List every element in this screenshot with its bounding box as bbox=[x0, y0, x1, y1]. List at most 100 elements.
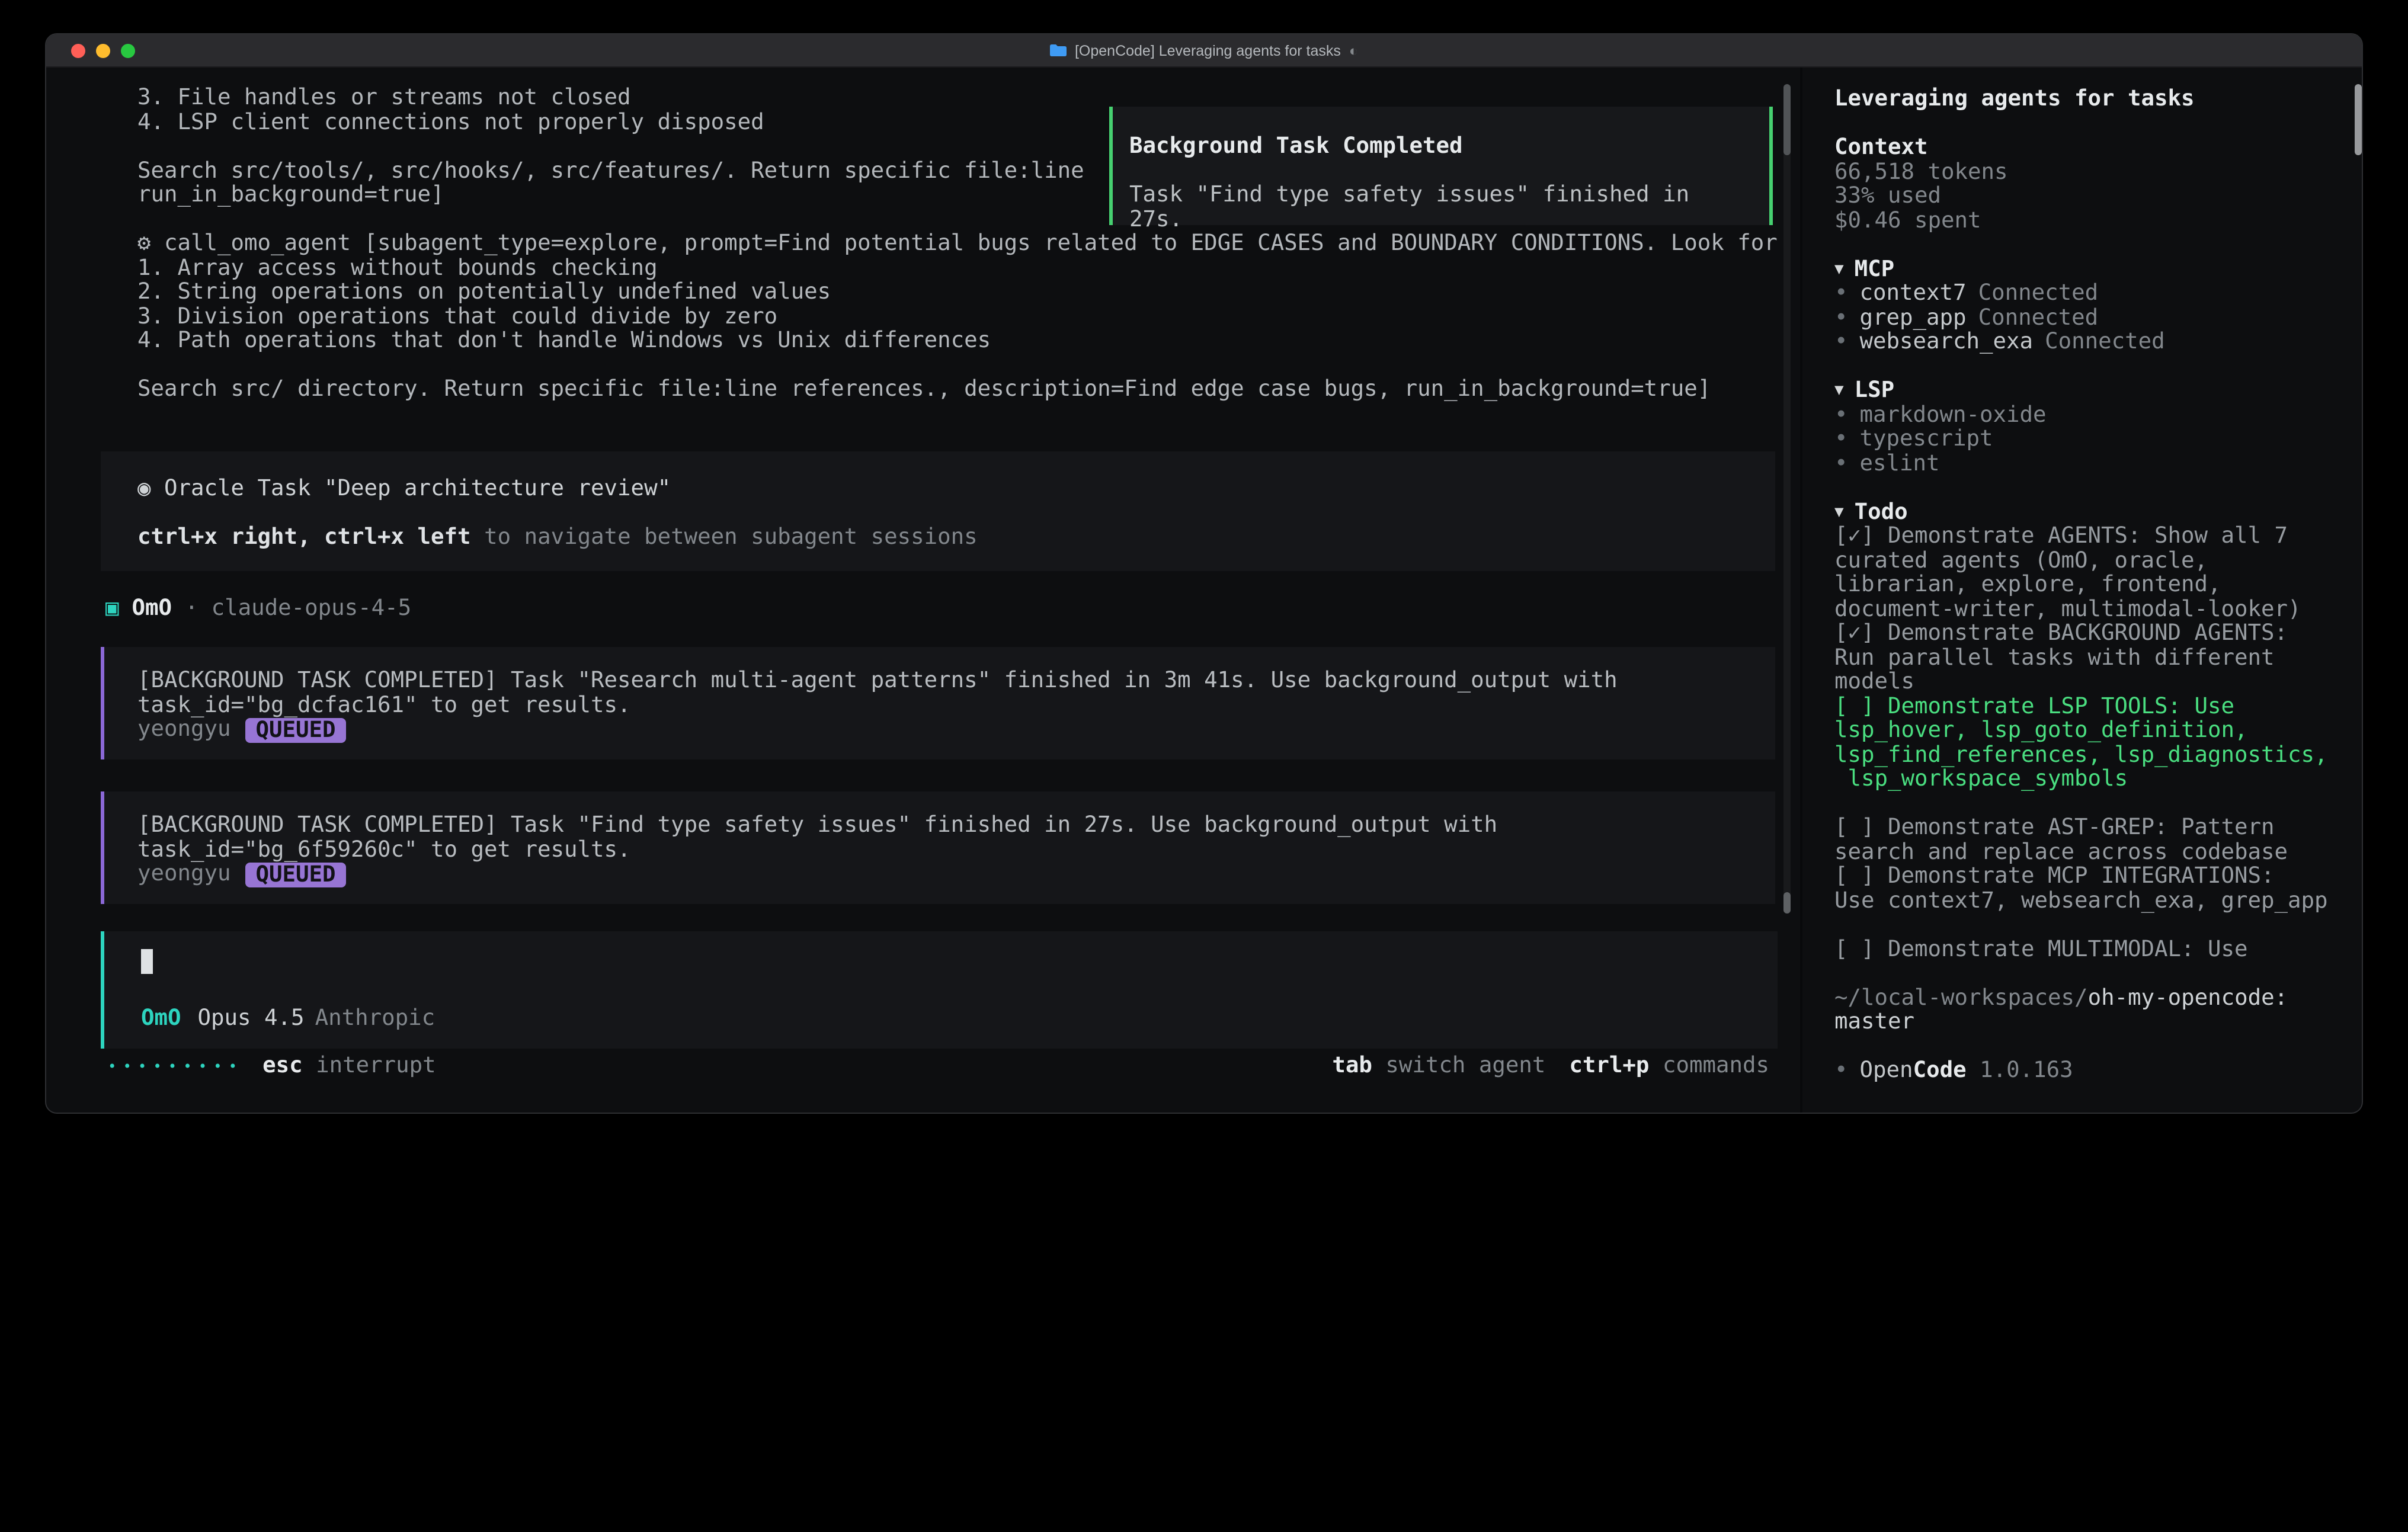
close-button[interactable] bbox=[71, 44, 85, 58]
app-version-text: OpenCode 1.0.163 bbox=[1860, 1059, 2073, 1084]
notification-toast: Background Task Completed Task "Find typ… bbox=[1109, 107, 1773, 225]
lsp-item: • typescript bbox=[1834, 428, 2340, 452]
zoom-button[interactable] bbox=[121, 44, 135, 58]
mcp-item: • grep_app Connected bbox=[1834, 306, 2340, 331]
ctrl-p-label: commands bbox=[1663, 1053, 1769, 1078]
tab-key: tab bbox=[1332, 1053, 1372, 1078]
agent-name: OmO bbox=[132, 597, 172, 621]
todo-item: [✓] Demonstrate AGENTS: Show all 7 curat… bbox=[1834, 525, 2340, 622]
todo-item: [✓] Demonstrate BACKGROUND AGENTS: Run p… bbox=[1834, 622, 2340, 695]
chevron-down-icon: ▼ bbox=[1834, 379, 1844, 403]
notification-title: Background Task Completed bbox=[1129, 135, 1753, 159]
folder-icon bbox=[1050, 44, 1067, 57]
tool-call-text: call_omo_agent [subagent_type=explore, p… bbox=[137, 231, 1778, 353]
mcp-name: grep_app bbox=[1860, 306, 1967, 331]
app-version-number: 1.0.163 bbox=[1980, 1058, 2073, 1083]
context-used: 33% used bbox=[1834, 185, 2340, 209]
agent-model: claude-opus-4-5 bbox=[212, 597, 412, 621]
main-scrollbar[interactable] bbox=[1783, 84, 1791, 914]
input-provider-name: Anthropic bbox=[315, 1007, 436, 1031]
app-name-tail: Code bbox=[1913, 1058, 1967, 1083]
workspace-info: ~/local-workspaces/oh-my-opencode: master bbox=[1834, 986, 2340, 1035]
mcp-status: Connected bbox=[1978, 282, 2099, 306]
workspace-repo: oh-my-opencode: bbox=[2088, 985, 2288, 1010]
text-cursor bbox=[141, 949, 153, 974]
shortcut-help-text: to navigate between subagent sessions bbox=[471, 525, 978, 550]
prompt-input[interactable]: OmO Opus 4.5 Anthropic bbox=[101, 931, 1778, 1049]
bullet-icon: • bbox=[1834, 452, 1848, 476]
mcp-heading: MCP bbox=[1855, 258, 1895, 282]
workspace-path: ~/local-workspaces/ bbox=[1834, 985, 2088, 1010]
sidebar: Leveraging agents for tasks Context 66,5… bbox=[1800, 68, 2363, 1114]
todo-item: [ ] Demonstrate AST-GREP: Pattern search… bbox=[1834, 816, 2340, 865]
notification-body: Task "Find type safety issues" finished … bbox=[1129, 184, 1753, 232]
todo-header[interactable]: ▼ Todo bbox=[1834, 501, 2340, 525]
commands-hint: ctrl+p commands bbox=[1569, 1055, 1769, 1079]
queued-badge: QUEUED bbox=[245, 863, 347, 887]
separator-dot: · bbox=[185, 597, 198, 621]
app-name-head: Open bbox=[1860, 1058, 1913, 1083]
lsp-item: • eslint bbox=[1834, 452, 2340, 476]
message-author: yeongyu bbox=[137, 719, 231, 743]
oracle-task-help: ctrl+x right, ctrl+x left to navigate be… bbox=[137, 526, 1756, 550]
bullet-icon: • bbox=[1834, 306, 1848, 331]
gear-icon: ⚙ bbox=[137, 231, 151, 256]
todo-item: [ ] Demonstrate LSP TOOLS: Use lsp_hover… bbox=[1834, 695, 2340, 792]
lsp-section: ▼ LSP • markdown-oxide • typescript • es… bbox=[1834, 379, 2340, 476]
bullet-icon: • bbox=[1834, 331, 1848, 355]
context-spent: $0.46 spent bbox=[1834, 209, 2340, 233]
workspace-branch: master bbox=[1834, 1009, 1914, 1034]
lsp-name: typescript bbox=[1860, 428, 1993, 452]
agent-header: ▣ OmO · claude-opus-4-5 bbox=[105, 597, 411, 621]
status-right: tab switch agent ctrl+p commands bbox=[1332, 1055, 1769, 1079]
bullet-icon: • bbox=[1834, 1059, 1848, 1084]
mcp-name: context7 bbox=[1860, 282, 1967, 306]
lsp-name: eslint bbox=[1860, 452, 1940, 476]
status-left: ••••••••• esc interrupt bbox=[108, 1055, 436, 1079]
window-title-text: [OpenCode] Leveraging agents for tasks bbox=[1075, 42, 1341, 59]
lsp-name: markdown-oxide bbox=[1860, 403, 2047, 428]
todo-heading: Todo bbox=[1855, 501, 1908, 525]
bullet-icon: • bbox=[1834, 428, 1848, 452]
mcp-item: • context7 Connected bbox=[1834, 282, 2340, 306]
lsp-item: • markdown-oxide bbox=[1834, 403, 2340, 428]
lsp-header[interactable]: ▼ LSP bbox=[1834, 379, 2340, 403]
chevron-down-icon: ▼ bbox=[1834, 501, 1844, 525]
terminal-text-block: Search src/ directory. Return specific f… bbox=[137, 378, 1797, 402]
mcp-status: Connected bbox=[2045, 331, 2165, 355]
app-window: [OpenCode] Leveraging agents for tasks ◐… bbox=[45, 33, 2363, 1114]
todo-section: ▼ Todo [✓] Demonstrate AGENTS: Show all … bbox=[1834, 501, 2340, 962]
minimize-button[interactable] bbox=[96, 44, 110, 58]
context-tokens: 66,518 tokens bbox=[1834, 161, 2340, 185]
message-body: [BACKGROUND TASK COMPLETED] Task "Resear… bbox=[137, 669, 1756, 718]
oracle-task-panel: ◉ Oracle Task "Deep architecture review"… bbox=[101, 451, 1775, 571]
tool-call-block: ⚙ call_omo_agent [subagent_type=explore,… bbox=[137, 232, 1797, 354]
mcp-name: websearch_exa bbox=[1860, 331, 2034, 355]
queued-badge: QUEUED bbox=[245, 718, 347, 743]
chevron-down-icon: ▼ bbox=[1834, 258, 1844, 282]
mcp-status: Connected bbox=[1978, 306, 2099, 331]
tab-label: switch agent bbox=[1385, 1053, 1545, 1078]
message-author: yeongyu bbox=[137, 863, 231, 887]
todo-item: [ ] Demonstrate MCP INTEGRATIONS: Use co… bbox=[1834, 865, 2340, 914]
input-model-name: Opus 4.5 bbox=[198, 1007, 305, 1031]
message-body: [BACKGROUND TASK COMPLETED] Task "Find t… bbox=[137, 814, 1756, 863]
status-bar: ••••••••• esc interrupt tab switch agent… bbox=[108, 1055, 1769, 1079]
mcp-section: ▼ MCP • context7 Connected • grep_app Co… bbox=[1834, 258, 2340, 355]
scrollbar-thumb[interactable] bbox=[1783, 84, 1791, 155]
app-version: • OpenCode 1.0.163 bbox=[1834, 1059, 2340, 1084]
message-block: [BACKGROUND TASK COMPLETED] Task "Resear… bbox=[101, 647, 1775, 759]
message-meta: yeongyu QUEUED bbox=[137, 718, 1756, 743]
scrollbar-thumb[interactable] bbox=[1783, 892, 1791, 914]
shortcut-keys: ctrl+x right, ctrl+x left bbox=[137, 525, 471, 550]
screen: [OpenCode] Leveraging agents for tasks ◐… bbox=[0, 0, 2408, 1532]
input-agent-name: OmO bbox=[141, 1007, 181, 1031]
message-meta: yeongyu QUEUED bbox=[137, 863, 1756, 887]
session-indicator-icon: ◐ bbox=[1349, 42, 1358, 59]
esc-label: interrupt bbox=[316, 1053, 436, 1078]
context-section: Context 66,518 tokens 33% used $0.46 spe… bbox=[1834, 136, 2340, 233]
sidebar-scrollbar[interactable] bbox=[2355, 84, 2362, 155]
titlebar: [OpenCode] Leveraging agents for tasks ◐ bbox=[46, 34, 2362, 68]
mcp-header[interactable]: ▼ MCP bbox=[1834, 258, 2340, 282]
switch-agent-hint: tab switch agent bbox=[1332, 1055, 1545, 1079]
